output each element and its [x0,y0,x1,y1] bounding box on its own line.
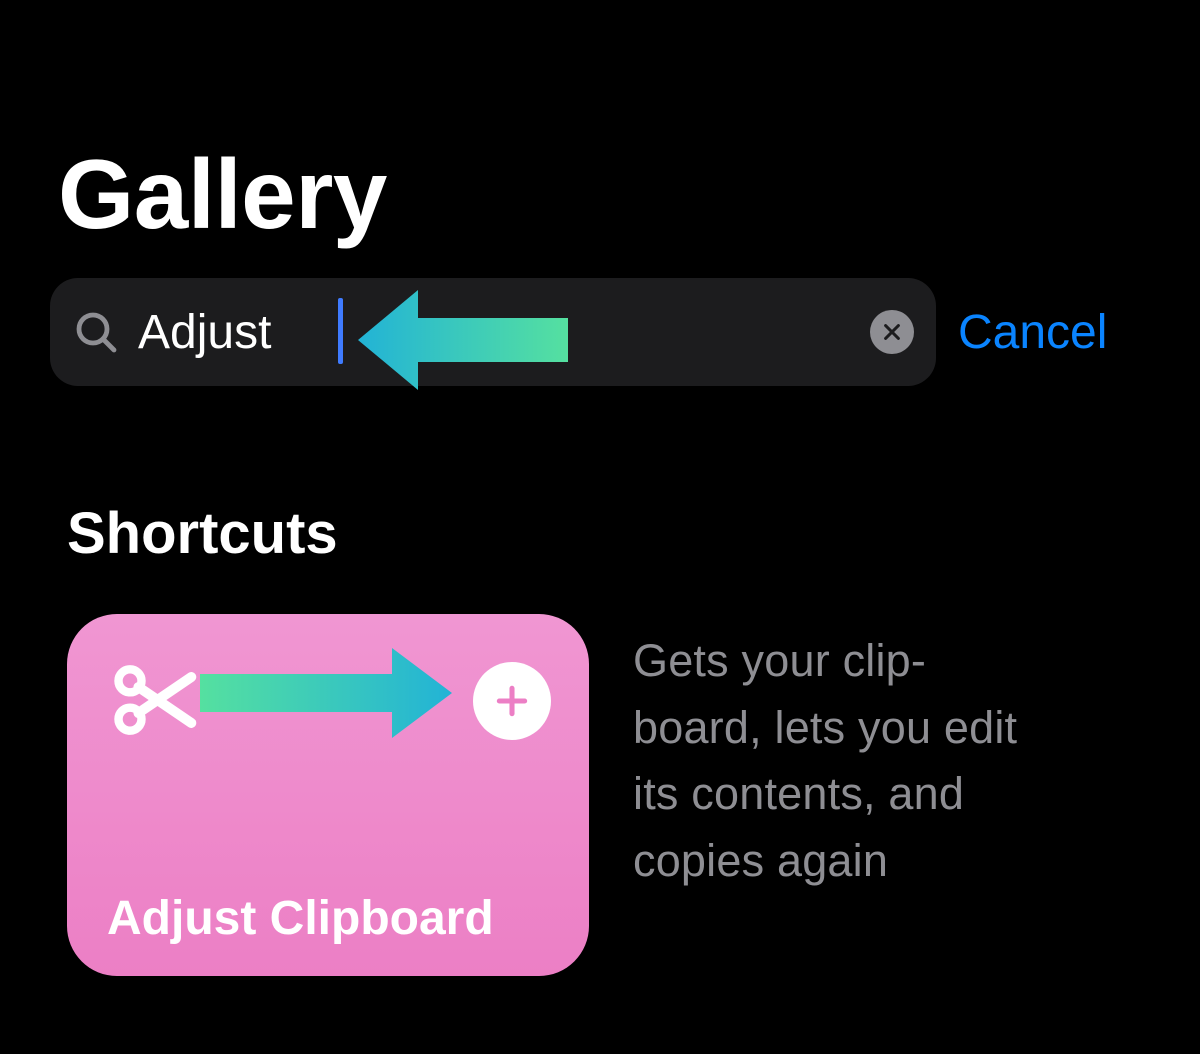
close-icon [881,321,903,343]
page-title: Gallery [58,138,387,251]
scissors-icon [107,654,199,746]
search-icon [72,308,120,356]
add-shortcut-button[interactable] [473,662,551,740]
search-row: Cancel [50,278,1150,386]
search-result-row: Adjust Clipboard Gets your clip‐board, l… [67,614,1053,976]
text-caret [338,298,343,364]
shortcut-card-title: Adjust Clipboard [107,891,494,946]
plus-icon [493,682,531,720]
section-heading-shortcuts: Shortcuts [67,500,338,567]
clear-search-button[interactable] [870,310,914,354]
cancel-button[interactable]: Cancel [958,305,1107,360]
shortcut-card[interactable]: Adjust Clipboard [67,614,589,976]
search-field[interactable] [50,278,936,386]
search-input[interactable] [120,305,870,360]
shortcut-description: Gets your clip‐board, lets you edit its … [633,614,1053,894]
